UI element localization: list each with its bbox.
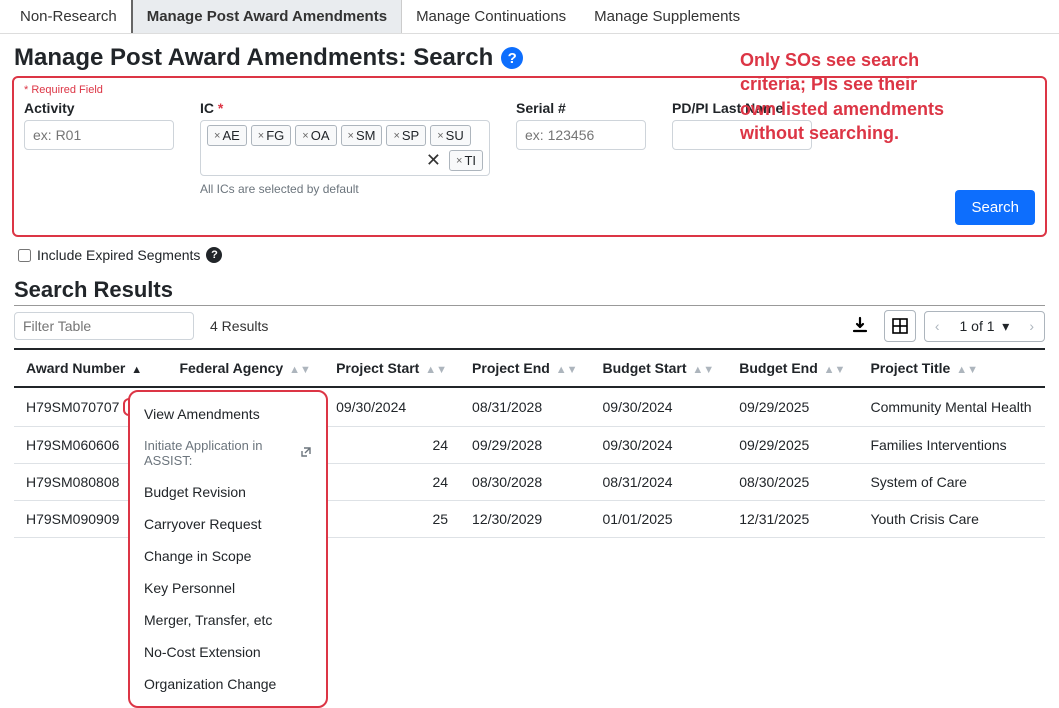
tab-manage-supplements[interactable]: Manage Supplements bbox=[580, 0, 754, 33]
menu-budget-revision[interactable]: Budget Revision bbox=[130, 476, 326, 508]
clear-all-icon[interactable]: ✕ bbox=[426, 150, 441, 171]
tab-manage-continuations[interactable]: Manage Continuations bbox=[402, 0, 580, 33]
menu-carryover-request[interactable]: Carryover Request bbox=[130, 508, 326, 540]
page-title: Manage Post Award Amendments: Search bbox=[14, 44, 493, 72]
col-award[interactable]: Award Number ▲ bbox=[14, 349, 167, 387]
menu-change-in-scope[interactable]: Change in Scope bbox=[130, 540, 326, 572]
pager-label[interactable]: 1 of 1 ▾ bbox=[951, 314, 1017, 339]
menu-view-amendments[interactable]: View Amendments bbox=[130, 398, 326, 430]
external-link-icon bbox=[300, 446, 312, 461]
activity-label: Activity bbox=[24, 100, 174, 116]
annotation-callout: Only SOs see search criteria; PIs see th… bbox=[740, 48, 950, 145]
ic-chip[interactable]: × FG bbox=[251, 125, 292, 146]
ic-label: IC * bbox=[200, 100, 490, 116]
col-budget-end[interactable]: Budget End ▲▼ bbox=[727, 349, 858, 387]
search-button[interactable]: Search bbox=[955, 190, 1035, 225]
include-expired-label: Include Expired Segments bbox=[37, 247, 200, 263]
ic-chip[interactable]: × SP bbox=[386, 125, 426, 146]
ic-hint: All ICs are selected by default bbox=[200, 182, 490, 196]
ic-chip[interactable]: × SM bbox=[341, 125, 383, 146]
download-icon[interactable] bbox=[844, 310, 876, 342]
results-heading: Search Results bbox=[14, 277, 1045, 306]
pager: ‹ 1 of 1 ▾ › bbox=[924, 311, 1045, 342]
filter-table-input[interactable] bbox=[14, 312, 194, 340]
col-agency[interactable]: Federal Agency ▲▼ bbox=[167, 349, 324, 387]
row-actions-menu: View Amendments Initiate Application in … bbox=[128, 390, 328, 708]
col-budget-start[interactable]: Budget Start ▲▼ bbox=[591, 349, 728, 387]
help-icon[interactable]: ? bbox=[501, 47, 523, 69]
help-icon[interactable]: ? bbox=[206, 247, 222, 263]
serial-label: Serial # bbox=[516, 100, 646, 116]
menu-merger-transfer[interactable]: Merger, Transfer, etc bbox=[130, 604, 326, 636]
col-project-title[interactable]: Project Title ▲▼ bbox=[858, 349, 1045, 387]
ic-chip[interactable]: × OA bbox=[295, 125, 336, 146]
include-expired-checkbox[interactable] bbox=[18, 249, 31, 262]
menu-no-cost-extension[interactable]: No-Cost Extension bbox=[130, 636, 326, 668]
tab-manage-amendments[interactable]: Manage Post Award Amendments bbox=[133, 0, 402, 33]
serial-input[interactable] bbox=[516, 120, 646, 150]
activity-input[interactable] bbox=[24, 120, 174, 150]
menu-key-personnel[interactable]: Key Personnel bbox=[130, 572, 326, 604]
ic-chip-input[interactable]: × AE × FG × OA × SM × SP × SU ✕ × TI bbox=[200, 120, 490, 176]
col-project-start[interactable]: Project Start ▲▼ bbox=[324, 349, 460, 387]
pager-prev[interactable]: ‹ bbox=[927, 314, 948, 338]
nav-tabs: Non-Research Manage Post Award Amendment… bbox=[0, 0, 1059, 34]
menu-section-header: Initiate Application in ASSIST: bbox=[130, 430, 326, 476]
col-project-end[interactable]: Project End ▲▼ bbox=[460, 349, 590, 387]
tab-non-research[interactable]: Non-Research bbox=[6, 0, 133, 33]
ic-chip[interactable]: × AE bbox=[207, 125, 247, 146]
ic-chip[interactable]: × SU bbox=[430, 125, 471, 146]
grid-view-icon[interactable] bbox=[884, 310, 916, 342]
pager-next[interactable]: › bbox=[1021, 314, 1042, 338]
menu-organization-change[interactable]: Organization Change bbox=[130, 668, 326, 700]
result-count: 4 Results bbox=[210, 318, 268, 334]
ic-chip[interactable]: × TI bbox=[449, 150, 483, 171]
